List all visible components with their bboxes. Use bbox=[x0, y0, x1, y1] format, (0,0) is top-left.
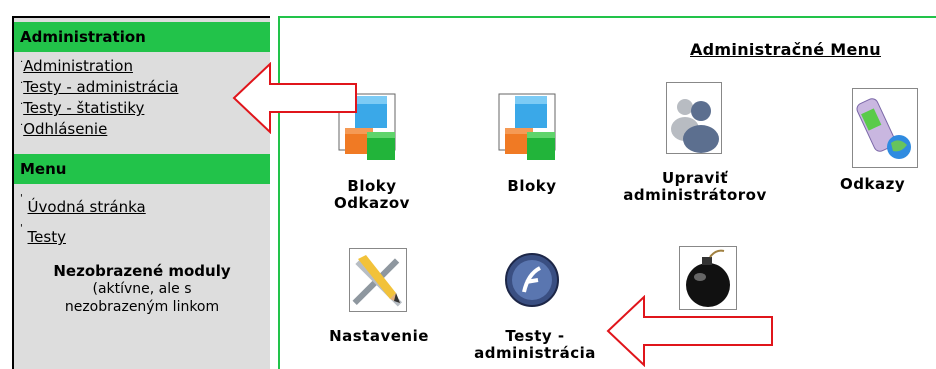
module-bloky-label[interactable]: Bloky bbox=[492, 178, 572, 195]
menu-link-item: ' Testy bbox=[20, 222, 270, 252]
module-nastavenie-label[interactable]: Nastavenie bbox=[314, 328, 444, 345]
admin-link-odhlasenie[interactable]: Odhlásenie bbox=[23, 120, 107, 138]
hidden-modules-note-1: (aktívne, ale s bbox=[92, 281, 192, 297]
tools-icon bbox=[349, 248, 407, 312]
module-label: Upraviť bbox=[661, 169, 729, 187]
module-odkazy-label[interactable]: Odkazy bbox=[840, 176, 930, 193]
admin-link-testy-statistiky[interactable]: Testy - štatistiky bbox=[23, 99, 144, 117]
flash-icon bbox=[504, 252, 560, 308]
admin-link-administration[interactable]: Administration bbox=[23, 57, 133, 75]
annotation-arrow-left bbox=[232, 62, 357, 134]
admin-block-title: Administration bbox=[14, 22, 270, 52]
module-label: Testy - bbox=[505, 327, 565, 345]
module-odkazy[interactable] bbox=[850, 88, 920, 172]
users-icon bbox=[666, 82, 722, 154]
module-label: Odkazov bbox=[334, 194, 410, 212]
menu-link-testy[interactable]: Testy bbox=[28, 228, 66, 246]
module-label: administrátorov bbox=[623, 186, 767, 204]
module-upravit-administratorov[interactable] bbox=[664, 82, 724, 158]
module-label: administrácia bbox=[474, 344, 596, 362]
bullet-icon: ' bbox=[20, 193, 23, 204]
menu-link-item: ' Úvodná stránka bbox=[20, 192, 270, 222]
annotation-arrow-bottom bbox=[606, 295, 773, 367]
phone-globe-icon bbox=[852, 88, 918, 168]
module-bloky[interactable] bbox=[492, 92, 572, 182]
admin-link-testy-administracia[interactable]: Testy - administrácia bbox=[23, 78, 178, 96]
admin-menu-title[interactable]: Administračné Menu bbox=[690, 40, 881, 59]
hidden-modules: Nezobrazené moduly (aktívne, ale s nezob… bbox=[14, 262, 270, 316]
blocks-icon bbox=[497, 92, 567, 178]
menu-links: ' Úvodná stránka ' Testy bbox=[14, 184, 270, 252]
module-bloky-odkazov-label[interactable]: Bloky Odkazov bbox=[322, 178, 422, 212]
bullet-icon: ' bbox=[20, 223, 23, 234]
module-label: Odkazy bbox=[840, 175, 906, 193]
module-label: Bloky bbox=[507, 177, 557, 195]
module-testy-administracia[interactable] bbox=[502, 252, 562, 308]
module-nastavenie[interactable] bbox=[348, 248, 408, 316]
module-testy-label[interactable]: Testy - administrácia bbox=[460, 328, 610, 362]
menu-link-uvodna-stranka[interactable]: Úvodná stránka bbox=[28, 198, 146, 216]
menu-block-title: Menu bbox=[14, 154, 270, 184]
hidden-modules-note-2: nezobrazeným linkom bbox=[64, 299, 220, 315]
hidden-modules-heading: Nezobrazené moduly bbox=[53, 262, 231, 280]
module-label: Nastavenie bbox=[329, 327, 429, 345]
module-label: Bloky bbox=[347, 177, 397, 195]
module-upravit-label[interactable]: Upraviť administrátorov bbox=[620, 170, 770, 204]
